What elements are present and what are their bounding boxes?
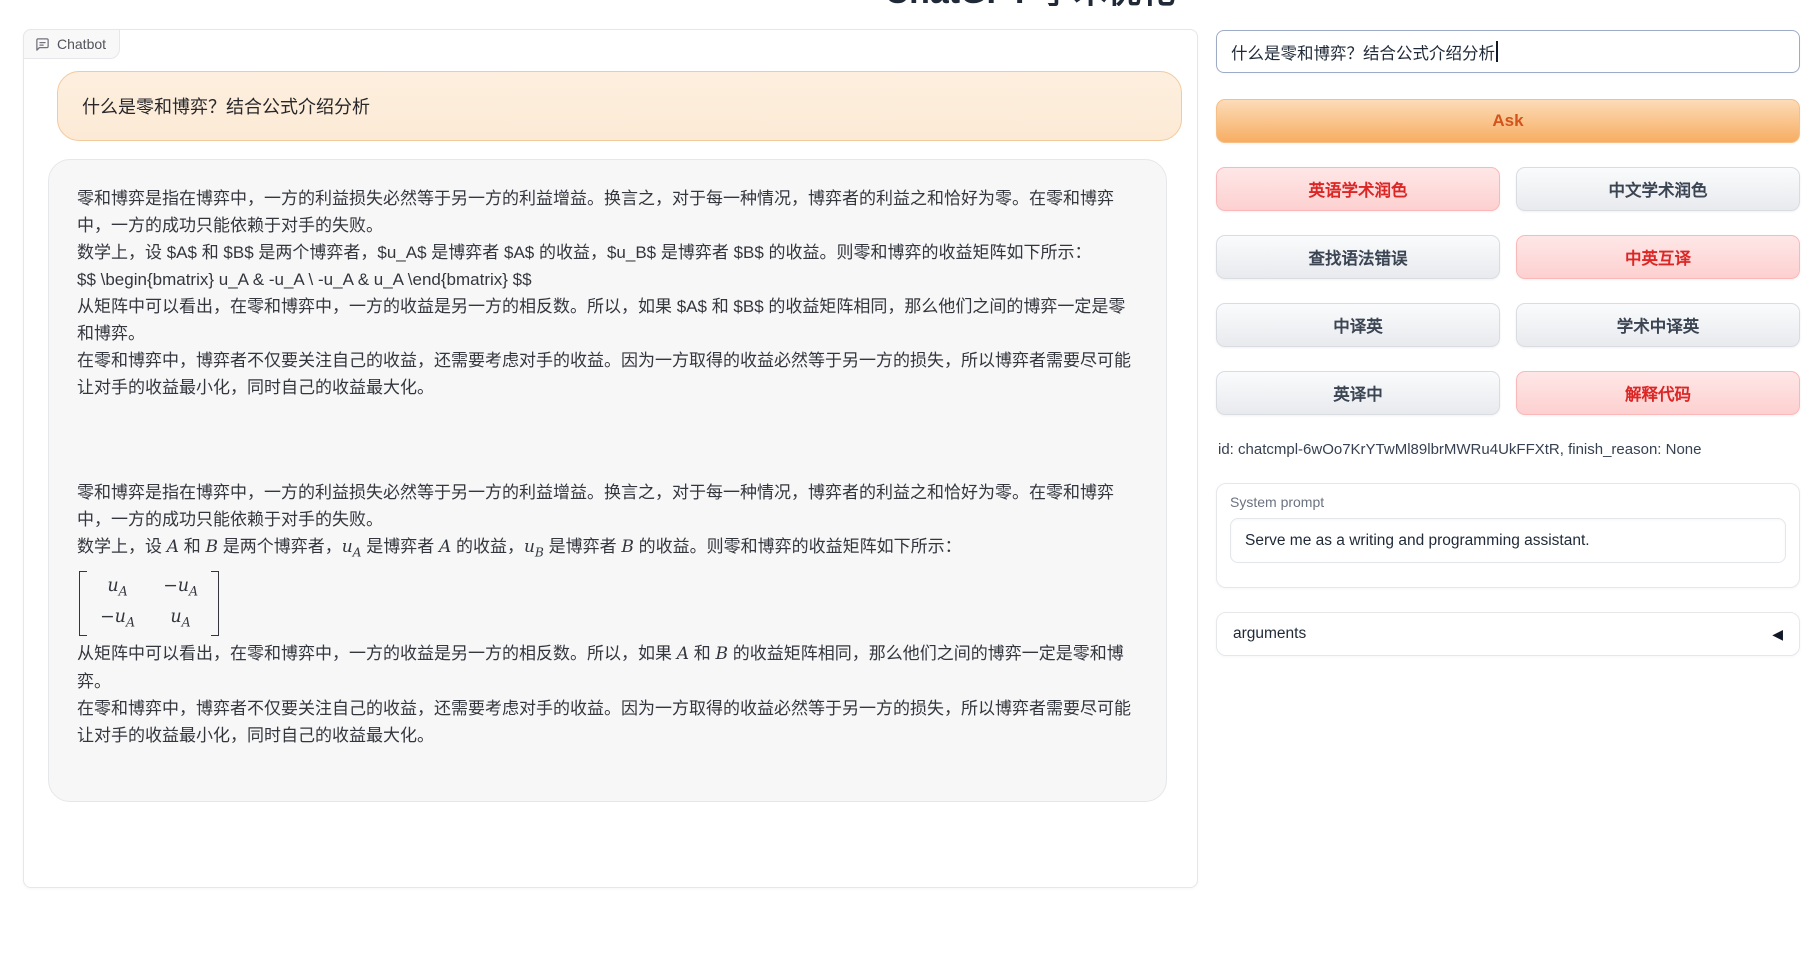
arguments-accordion[interactable]: arguments ◀ bbox=[1216, 612, 1800, 656]
text-caret bbox=[1496, 41, 1498, 62]
matrix-bracket-right bbox=[211, 571, 219, 636]
bot-paragraph-raw-1: 零和博弈是指在博弈中，一方的利益损失必然等于另一方的利益增益。换言之，对于每一种… bbox=[77, 185, 1138, 239]
button-academic-zh-to-en[interactable]: 学术中译英 bbox=[1516, 303, 1800, 347]
bot-paragraph-raw-4: 在零和博弈中，博弈者不仅要关注自己的收益，还需要考虑对手的收益。因为一方取得的收… bbox=[77, 347, 1138, 401]
button-en-to-zh[interactable]: 英译中 bbox=[1216, 371, 1500, 415]
accordion-label: arguments bbox=[1233, 625, 1306, 643]
user-message-bubble: 什么是零和博弈？结合公式介绍分析 bbox=[57, 71, 1182, 141]
bot-paragraph-rendered-1: 零和博弈是指在博弈中，一方的利益损失必然等于另一方的利益增益。换言之，对于每一种… bbox=[77, 479, 1138, 533]
action-button-grid: 英语学术润色 中文学术润色 查找语法错误 中英互译 中译英 学术中译英 英译中 … bbox=[1216, 167, 1800, 415]
button-find-grammar-errors[interactable]: 查找语法错误 bbox=[1216, 235, 1500, 279]
bot-paragraph-raw-3: 从矩阵中可以看出，在零和博弈中，一方的收益是另一方的相反数。所以，如果 $A$ … bbox=[77, 293, 1138, 347]
bot-message-bubble: 零和博弈是指在博弈中，一方的利益损失必然等于另一方的利益增益。换言之，对于每一种… bbox=[48, 159, 1167, 802]
matrix-bracket-left bbox=[79, 571, 87, 636]
accordion-collapse-icon[interactable]: ◀ bbox=[1772, 626, 1783, 643]
system-prompt-label: System prompt bbox=[1230, 494, 1786, 510]
app-root: ChatGPT 学术优化 Chatbot 什么是零和博弈？结合公式介绍分析 零和… bbox=[0, 0, 1814, 961]
chatbot-label-text: Chatbot bbox=[57, 36, 106, 52]
system-prompt-card: System prompt Serve me as a writing and … bbox=[1216, 483, 1800, 588]
completion-status-text: id: chatcmpl-6wOo7KrYTwMl89lbrMWRu4UkFFX… bbox=[1218, 441, 1802, 458]
system-prompt-value: Serve me as a writing and programming as… bbox=[1245, 532, 1590, 550]
chatbot-panel[interactable]: Chatbot 什么是零和博弈？结合公式介绍分析 零和博弈是指在博弈中，一方的利… bbox=[23, 29, 1198, 888]
button-zh-to-en[interactable]: 中译英 bbox=[1216, 303, 1500, 347]
button-english-academic-polish[interactable]: 英语学术润色 bbox=[1216, 167, 1500, 211]
bot-paragraph-rendered-math: 数学上，设 A 和 B 是两个博弈者，uA 是博弈者 A 的收益，uB 是博弈者… bbox=[77, 533, 1138, 566]
button-chinese-academic-polish[interactable]: 中文学术润色 bbox=[1516, 167, 1800, 211]
question-input[interactable]: 什么是零和博弈？结合公式介绍分析 bbox=[1216, 30, 1800, 73]
bot-message-gap bbox=[77, 401, 1138, 479]
button-explain-code[interactable]: 解释代码 bbox=[1516, 371, 1800, 415]
chatbot-label: Chatbot bbox=[23, 29, 120, 59]
bot-paragraph-rendered-2: 从矩阵中可以看出，在零和博弈中，一方的收益是另一方的相反数。所以，如果 A 和 … bbox=[77, 640, 1138, 695]
ask-button[interactable]: Ask bbox=[1216, 99, 1800, 143]
bot-paragraph-rendered-3: 在零和博弈中，博弈者不仅要关注自己的收益，还需要考虑对手的收益。因为一方取得的收… bbox=[77, 695, 1138, 749]
user-message-text: 什么是零和博弈？结合公式介绍分析 bbox=[82, 93, 370, 119]
matrix-cells: uA−uA−uAuA bbox=[87, 571, 211, 636]
bot-paragraph-raw-2: 数学上，设 $A$ 和 $B$ 是两个博弈者，$u_A$ 是博弈者 $A$ 的收… bbox=[77, 239, 1138, 266]
chat-bubble-icon bbox=[35, 37, 50, 52]
button-zh-en-mutual-translate[interactable]: 中英互译 bbox=[1516, 235, 1800, 279]
bot-paragraph-raw-latex: $$ \begin{bmatrix} u_A & -u_A \ -u_A & u… bbox=[77, 266, 1138, 293]
page-title: ChatGPT 学术优化 bbox=[880, 0, 1180, 6]
payoff-matrix: uA−uA−uAuA bbox=[79, 571, 1138, 636]
system-prompt-input[interactable]: Serve me as a writing and programming as… bbox=[1230, 518, 1786, 563]
question-input-value: 什么是零和博弈？结合公式介绍分析 bbox=[1231, 40, 1495, 64]
